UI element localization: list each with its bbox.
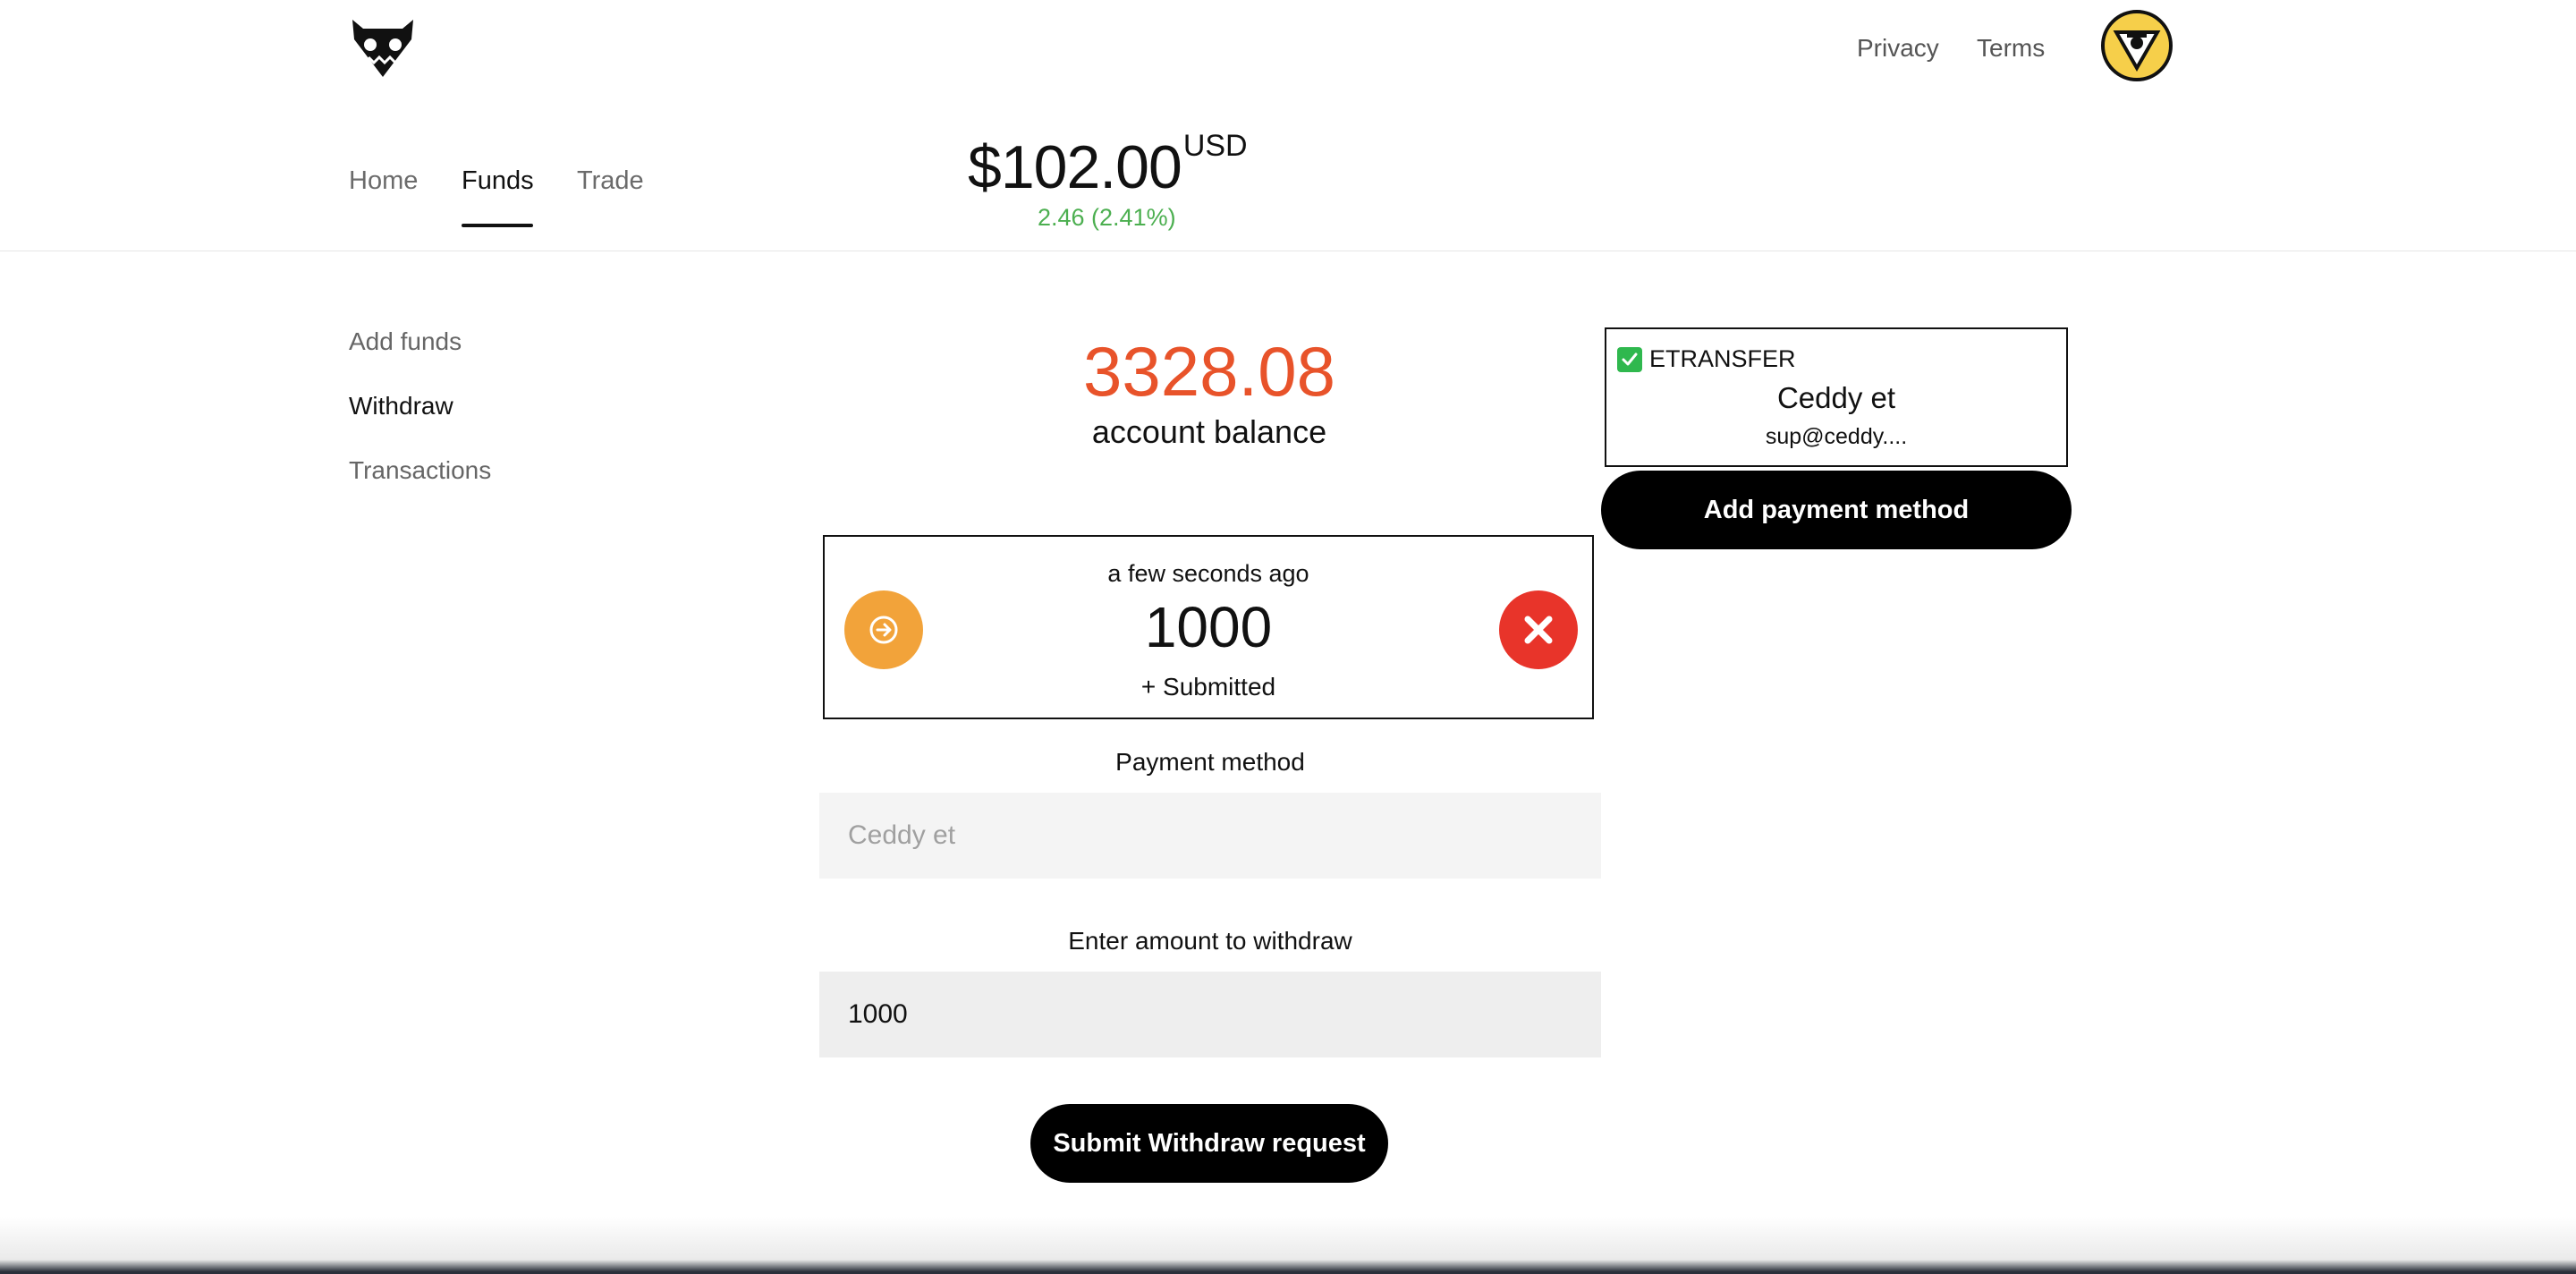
- checkmark-icon: [1617, 346, 1642, 372]
- amount-input[interactable]: 1000: [819, 972, 1601, 1057]
- sidebar-item-transactions[interactable]: Transactions: [349, 456, 491, 485]
- portfolio-change: 2.46 (2.41%): [1038, 204, 1176, 231]
- sidebar-item-add-funds[interactable]: Add funds: [349, 327, 462, 356]
- add-payment-method-button[interactable]: Add payment method: [1601, 471, 2072, 549]
- account-balance-value: 3328.08: [1083, 332, 1335, 411]
- payment-email: sup@ceddy....: [1765, 424, 1908, 449]
- payment-method-label: Payment method: [1115, 748, 1305, 776]
- portfolio-amount: $102.00: [968, 133, 1182, 201]
- tab-trade[interactable]: Trade: [577, 166, 644, 196]
- transaction-amount: 1000: [1144, 595, 1273, 659]
- tab-funds[interactable]: Funds: [462, 166, 534, 196]
- payment-method-field[interactable]: Ceddy et: [819, 793, 1601, 879]
- terms-link[interactable]: Terms: [1977, 34, 2045, 63]
- transaction-status: + Submitted: [1140, 673, 1276, 701]
- window-bottom-edge: [0, 1217, 2576, 1274]
- payment-type: ETRANSFER: [1617, 345, 1796, 373]
- sidebar-item-withdraw[interactable]: Withdraw: [349, 392, 453, 420]
- submit-withdraw-button[interactable]: Submit Withdraw request: [1030, 1104, 1388, 1183]
- payment-type-label: ETRANSFER: [1649, 345, 1796, 372]
- transaction-time: a few seconds ago: [1107, 560, 1309, 587]
- active-tab-indicator: [462, 224, 533, 227]
- transaction-card: a few seconds ago 1000 + Submitted: [823, 535, 1594, 719]
- portfolio-currency: USD: [1182, 129, 1248, 163]
- amount-value: 1000: [848, 999, 908, 1029]
- account-balance-label: account balance: [1091, 413, 1327, 450]
- close-icon[interactable]: [1499, 590, 1578, 669]
- payment-method-placeholder: Ceddy et: [848, 820, 956, 850]
- payment-name: Ceddy et: [1776, 381, 1896, 414]
- avatar[interactable]: [2100, 9, 2174, 82]
- app-logo-icon[interactable]: [349, 16, 417, 79]
- portfolio-balance: $102.00USD: [968, 129, 1248, 202]
- amount-label: Enter amount to withdraw: [1068, 927, 1352, 955]
- payment-method-card[interactable]: ETRANSFER Ceddy et sup@ceddy....: [1605, 327, 2068, 467]
- privacy-link[interactable]: Privacy: [1857, 34, 1939, 63]
- tab-home[interactable]: Home: [349, 166, 418, 196]
